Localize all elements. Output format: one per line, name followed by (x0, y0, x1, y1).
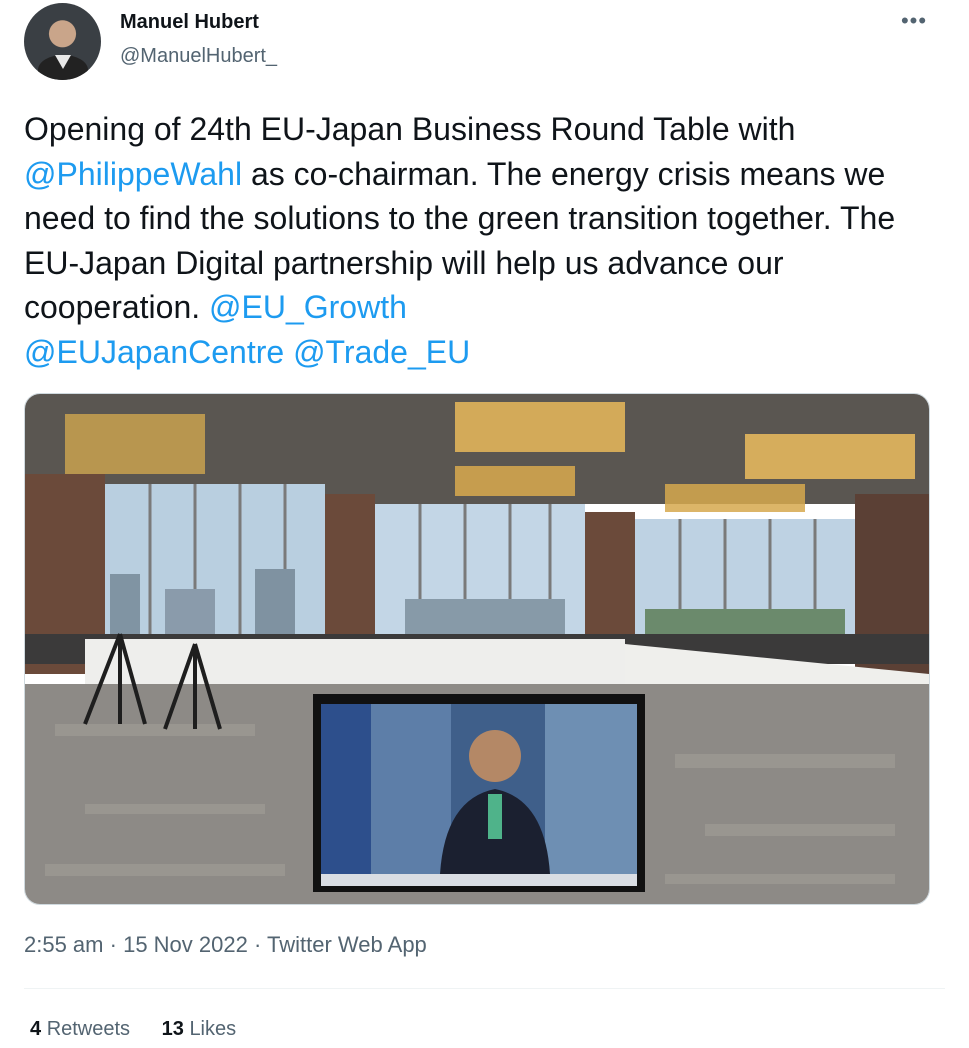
tweet-text-part-1: Opening of 24th EU-Japan Business Round … (24, 111, 796, 147)
mention-eu-growth[interactable]: @EU_Growth (209, 289, 407, 325)
conference-room-photo (25, 394, 929, 904)
tweet-text: Opening of 24th EU-Japan Business Round … (24, 107, 934, 374)
mention-trade-eu[interactable]: @Trade_EU (293, 334, 470, 370)
tweet-stats: 4 Retweets 13 Likes (30, 1018, 262, 1041)
mention-philippewahl[interactable]: @PhilippeWahl (24, 156, 242, 192)
tweet-date[interactable]: 15 Nov 2022 (123, 932, 248, 957)
divider (24, 988, 945, 989)
tweet-meta: 2:55 am · 15 Nov 2022 · Twitter Web App (24, 932, 427, 958)
tweet-source-app[interactable]: Twitter Web App (267, 932, 427, 957)
author-handle[interactable]: @ManuelHubert_ (120, 45, 277, 68)
meta-separator-1: · (109, 932, 117, 957)
likes-count: 13 (161, 1018, 184, 1040)
retweets-count: 4 (30, 1018, 42, 1040)
author-avatar[interactable] (24, 3, 101, 80)
tweet-time[interactable]: 2:55 am (24, 932, 104, 957)
mention-eujapancentre[interactable]: @EUJapanCentre (24, 334, 284, 370)
tweet-photo[interactable] (24, 393, 930, 905)
likes-stat[interactable]: 13 Likes (162, 1018, 237, 1040)
meta-separator-2: · (253, 932, 262, 957)
retweets-label: Retweets (46, 1018, 131, 1040)
more-options-icon[interactable]: ••• (900, 10, 928, 36)
retweets-stat[interactable]: 4 Retweets (30, 1018, 136, 1040)
author-name[interactable]: Manuel Hubert (120, 11, 259, 34)
likes-label: Likes (189, 1018, 237, 1040)
